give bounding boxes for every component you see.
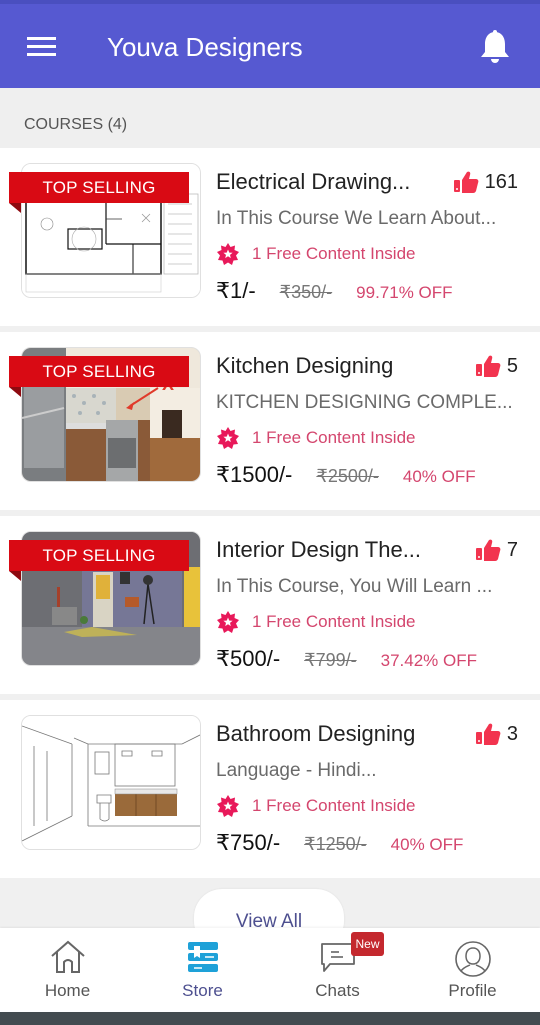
nav-profile-label: Profile (448, 981, 497, 1000)
top-selling-ribbon: TOP SELLING (9, 172, 189, 203)
price-row: ₹500/- ₹799/- 37.42% OFF (216, 646, 477, 672)
thumbs-up-icon (475, 355, 501, 377)
free-content-label: 1 Free Content Inside (252, 244, 416, 263)
nav-chats-label: Chats (315, 981, 360, 1000)
sale-price: ₹500/- (216, 646, 281, 671)
app-title: Youva Designers (107, 32, 303, 62)
course-title[interactable]: Interior Design The... (216, 537, 421, 563)
thumbs-up-icon (453, 171, 479, 193)
discount-label: 40% OFF (402, 467, 476, 486)
courses-count-label: COURSES (4) (24, 116, 128, 133)
nav-home-label: Home (44, 981, 91, 1000)
course-description: In This Course We Learn About... (216, 208, 497, 229)
free-badge-icon (217, 427, 239, 449)
menu-icon[interactable] (27, 34, 57, 58)
course-card[interactable]: Bathroom Designing 3 Language - Hindi...… (0, 700, 540, 878)
sale-price: ₹1500/- (216, 462, 293, 487)
nav-chats[interactable]: Chats (270, 928, 405, 1012)
original-price: ₹799/- (304, 650, 357, 670)
top-selling-ribbon: TOP SELLING (9, 540, 189, 571)
courses-section-header: COURSES (4) (0, 88, 540, 148)
original-price: ₹2500/- (316, 466, 379, 486)
likes-value: 5 (506, 354, 518, 377)
original-price: ₹350/- (279, 282, 333, 302)
likes-count: 7 (475, 538, 518, 562)
thumbs-up-icon (475, 723, 501, 745)
bottom-navigation: Home Store Chats Profile (0, 928, 540, 1012)
free-content-indicator: 1 Free Content Inside (216, 610, 415, 634)
sale-price: ₹750/- (216, 830, 281, 855)
profile-icon (454, 941, 491, 977)
ribbon-fold (9, 571, 21, 581)
price-row: ₹750/- ₹1250/- 40% OFF (216, 830, 463, 856)
course-title[interactable]: Electrical Drawing... (216, 169, 410, 195)
top-selling-ribbon: TOP SELLING (9, 356, 189, 387)
course-title[interactable]: Kitchen Designing (216, 353, 393, 379)
price-row: ₹1/- ₹350/- 99.71% OFF (216, 278, 453, 304)
free-content-indicator: 1 Free Content Inside (216, 426, 415, 450)
course-thumbnail-bathroom (21, 715, 201, 850)
free-content-label: 1 Free Content Inside (252, 612, 416, 631)
nav-store-label: Store (182, 981, 223, 1000)
app-bar: Youva Designers (0, 4, 540, 88)
course-description: In This Course, You Will Learn ... (216, 576, 493, 597)
ribbon-fold (9, 387, 21, 397)
ribbon-fold (9, 203, 21, 213)
free-badge-icon (217, 611, 239, 633)
free-content-indicator: 1 Free Content Inside (216, 242, 415, 266)
nav-store[interactable]: Store (135, 928, 270, 1012)
likes-value: 161 (484, 170, 518, 193)
course-card[interactable]: TOP SELLING Interior Design The... 7 In … (0, 516, 540, 694)
free-badge-icon (217, 243, 239, 265)
likes-count: 5 (475, 354, 518, 378)
nav-profile[interactable]: Profile (405, 928, 540, 1012)
sale-price: ₹1/- (216, 278, 256, 303)
price-row: ₹1500/- ₹2500/- 40% OFF (216, 462, 476, 488)
course-description: KITCHEN DESIGNING COMPLE... (216, 392, 513, 413)
course-card[interactable]: TOP SELLING Electrical Drawing... 161 In… (0, 148, 540, 326)
home-icon (50, 940, 85, 973)
system-navigation-bar (0, 1012, 540, 1025)
likes-value: 3 (506, 722, 518, 745)
course-title[interactable]: Bathroom Designing (216, 721, 415, 747)
original-price: ₹1250/- (304, 834, 367, 854)
store-icon (187, 942, 218, 972)
free-content-indicator: 1 Free Content Inside (216, 794, 415, 818)
notification-bell-icon[interactable] (478, 29, 512, 65)
course-description: Language - Hindi... (216, 760, 377, 781)
nav-home[interactable]: Home (0, 928, 135, 1012)
discount-label: 40% OFF (390, 835, 464, 854)
free-content-label: 1 Free Content Inside (252, 796, 416, 815)
thumbs-up-icon (475, 539, 501, 561)
new-chat-badge: New (351, 932, 384, 956)
likes-count: 3 (475, 722, 518, 746)
discount-label: 99.71% OFF (356, 283, 453, 302)
likes-value: 7 (506, 538, 518, 561)
likes-count: 161 (453, 170, 518, 194)
free-content-label: 1 Free Content Inside (252, 428, 416, 447)
discount-label: 37.42% OFF (380, 651, 478, 670)
free-badge-icon (217, 795, 239, 817)
course-card[interactable]: X TOP SELLING Kitchen Designing 5 KITCHE… (0, 332, 540, 510)
